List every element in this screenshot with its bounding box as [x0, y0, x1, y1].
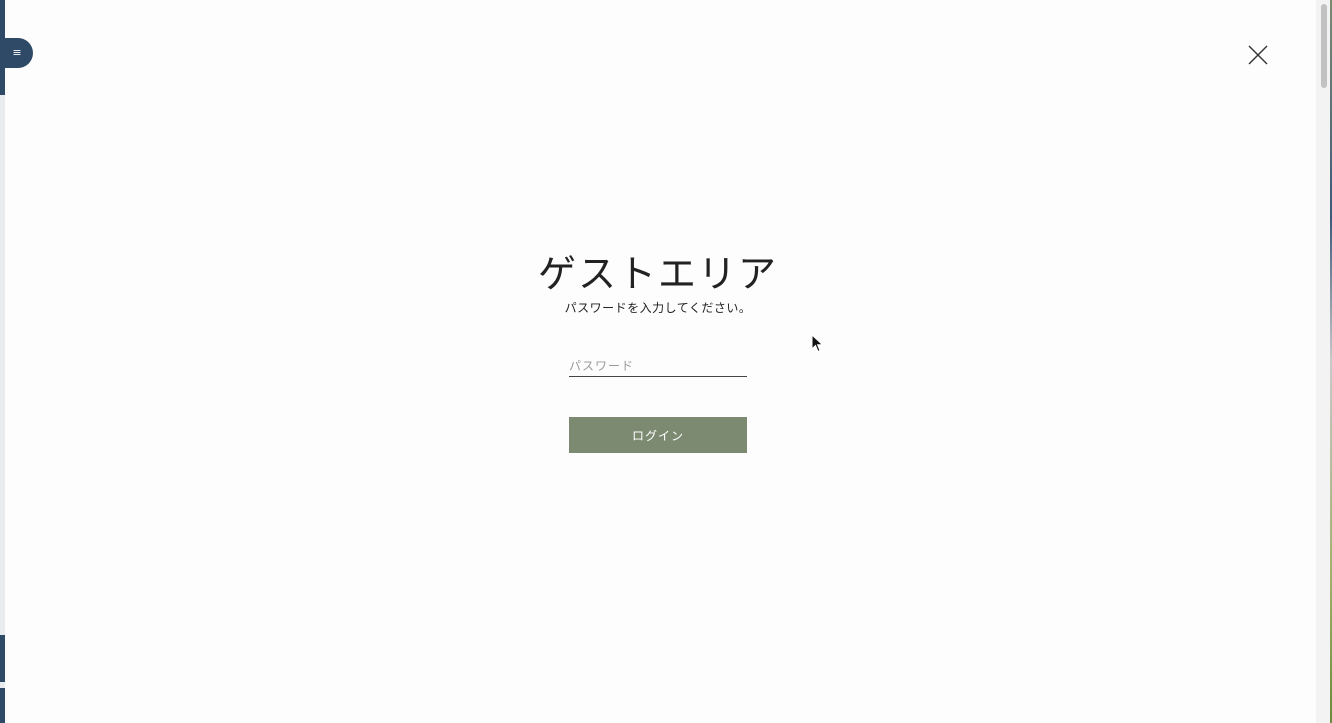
menu-lines-icon: ≡: [12, 46, 22, 59]
guest-area-modal: ≡ ゲストエリア パスワードを入力してください。 ログイン: [5, 0, 1316, 723]
close-x-icon: [1248, 45, 1268, 65]
scrollbar-thumb[interactable]: [1321, 4, 1327, 88]
page: ≡ ゲストエリア パスワードを入力してください。 ログイン: [0, 0, 1332, 723]
scrollbar-track[interactable]: [1316, 0, 1332, 723]
menu-toggle-button[interactable]: ≡: [5, 38, 33, 68]
close-button[interactable]: [1247, 44, 1269, 66]
page-title: ゲストエリア: [537, 252, 778, 296]
instruction-text: パスワードを入力してください。: [564, 301, 752, 315]
password-input[interactable]: [569, 356, 747, 377]
login-button[interactable]: ログイン: [569, 417, 747, 453]
mouse-pointer-icon: [811, 334, 824, 353]
